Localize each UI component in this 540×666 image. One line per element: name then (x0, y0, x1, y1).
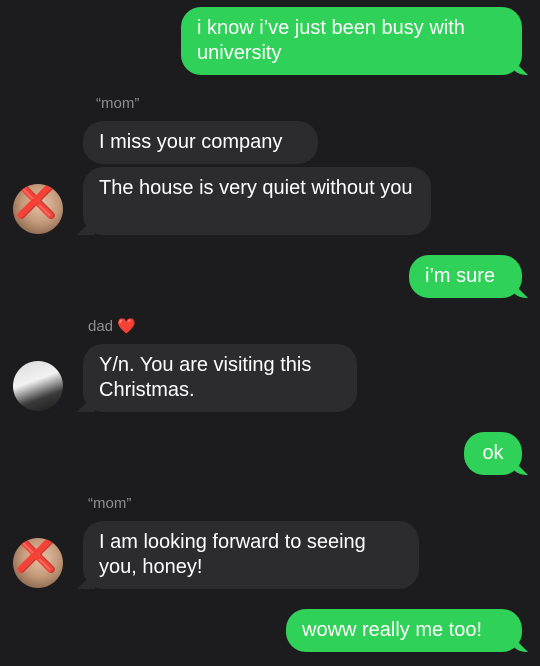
heart-emoji: ❤️ (117, 318, 136, 335)
red-x-icon: ❌ (15, 184, 58, 220)
incoming-message[interactable]: I miss your company (83, 121, 318, 164)
message-text: i’m sure (425, 265, 496, 287)
message-text: The house is very quiet without you (99, 177, 413, 199)
red-x-icon: ❌ (15, 538, 58, 574)
incoming-message[interactable]: The house is very quiet without you (83, 167, 431, 235)
message-text: I miss your company (99, 131, 283, 153)
outgoing-message[interactable]: i’m sure (409, 255, 522, 298)
message-text: i know i’ve just been busy with universi… (197, 17, 465, 64)
dad-avatar[interactable] (13, 361, 63, 411)
message-text: woww really me too! (302, 619, 483, 641)
sender-name-dad: dad ❤️ (88, 318, 136, 336)
incoming-message[interactable]: Y/n. You are visiting this Christmas. (83, 344, 357, 412)
outgoing-message[interactable]: ok (464, 432, 522, 475)
message-text: ok (482, 442, 504, 464)
sender-name-mom: “mom” (88, 495, 132, 512)
sender-name-mom: “mom” (96, 95, 140, 112)
outgoing-message[interactable]: i know i’ve just been busy with universi… (181, 7, 522, 75)
mom-avatar[interactable]: ❌ (13, 538, 63, 588)
message-text: Y/n. You are visiting this Christmas. (99, 354, 312, 401)
message-text: I am looking forward to seeing you, hone… (99, 531, 366, 578)
sender-label: dad (88, 318, 114, 335)
incoming-message[interactable]: I am looking forward to seeing you, hone… (83, 521, 419, 589)
mom-avatar[interactable]: ❌ (13, 184, 63, 234)
outgoing-message[interactable]: woww really me too! (286, 609, 522, 652)
